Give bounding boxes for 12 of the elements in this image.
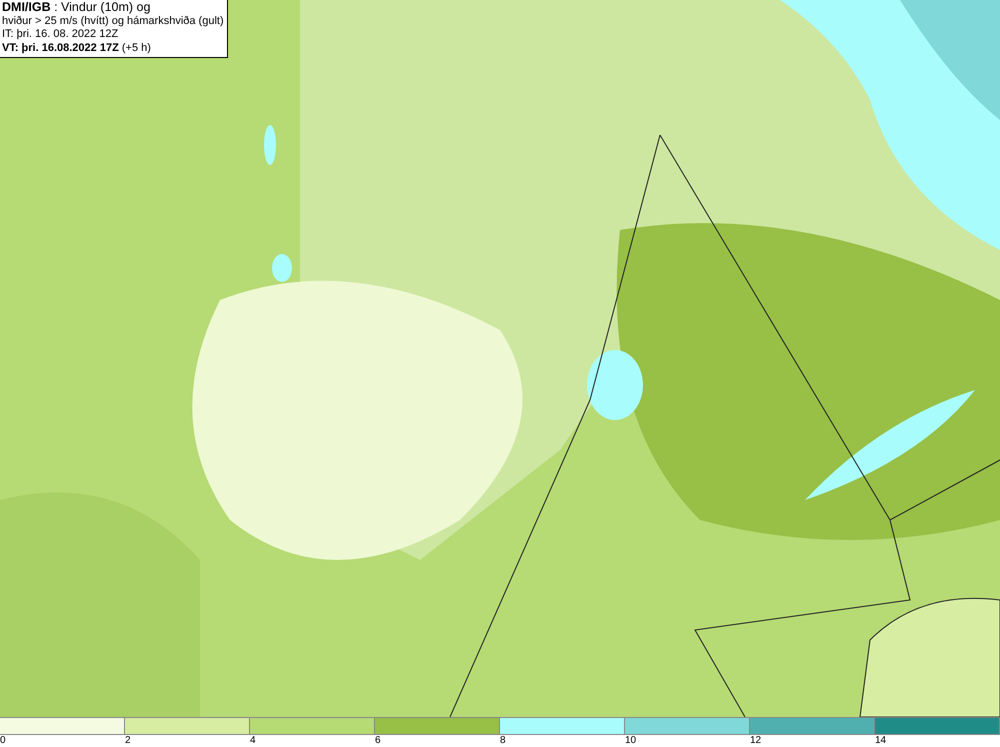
legend-label: 14 [875,735,886,747]
legend-label: 2 [125,735,131,747]
legend-label: 10 [625,735,636,747]
legend-label: 8 [500,735,506,747]
info-text: hviður > 25 m/s (hvítt) og hámarkshviða (gult) [2,14,224,28]
legend-label: 0 [0,735,6,747]
legend-label: 6 [375,735,381,747]
legend-label: 4 [250,735,256,747]
info-text: IT: þri. 16. 08. 2022 12Z [2,28,120,42]
info-text: DMI/IGB : Vindur (10m) og [2,1,152,14]
legend-label: 12 [750,735,762,747]
info-text: VT: þri. 16.08.2022 17Z (+5 h) [2,42,152,55]
